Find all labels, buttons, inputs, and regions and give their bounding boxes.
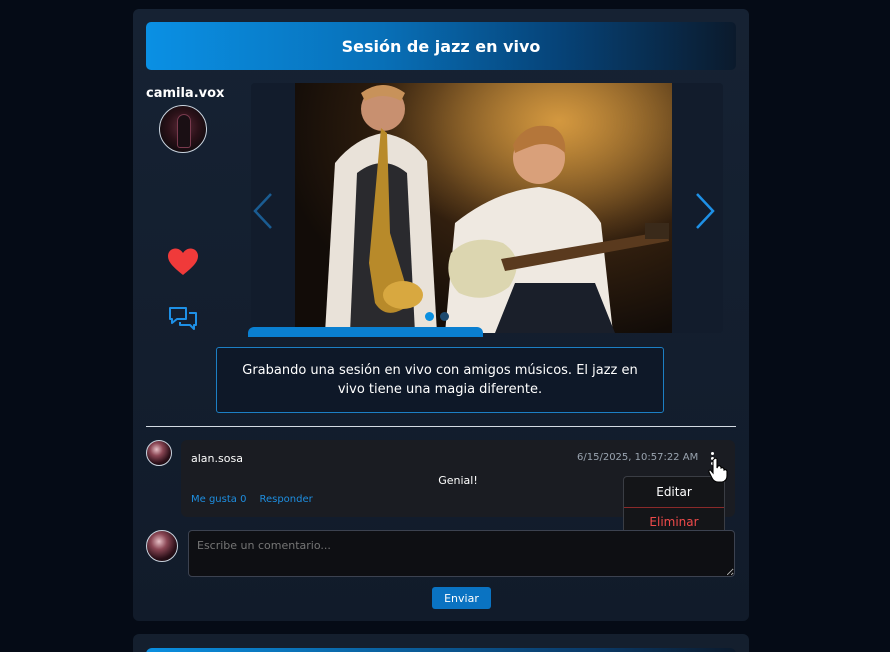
author-username[interactable]: camila.vox — [146, 86, 224, 101]
menu-item-delete[interactable]: Eliminar — [624, 515, 724, 529]
comment-timestamp: 6/15/2025, 10:57:22 AM — [577, 452, 699, 463]
post-description-text: Grabando una sesión en vivo con amigos m… — [242, 363, 638, 397]
menu-separator — [624, 507, 724, 508]
post-title: Sesión de jazz en vivo — [341, 36, 541, 56]
post-photo — [295, 83, 672, 333]
comment-reply-link[interactable]: Responder — [259, 494, 312, 505]
chat-bubbles-icon[interactable] — [167, 305, 199, 335]
next-post-title-bar — [146, 648, 736, 652]
carousel-dot-2[interactable] — [440, 312, 449, 321]
post-title-bar: Sesión de jazz en vivo — [146, 22, 736, 70]
image-carousel — [251, 83, 723, 333]
post-description: Grabando una sesión en vivo con amigos m… — [216, 347, 664, 413]
carousel-next-icon[interactable] — [693, 191, 717, 231]
comment-like-link[interactable]: Me gusta 0 — [191, 494, 246, 505]
comment-actions: Me gusta 0 Responder — [191, 494, 313, 505]
commenter-avatar[interactable] — [146, 440, 172, 466]
divider — [146, 426, 736, 427]
send-button[interactable]: Enviar — [432, 587, 491, 609]
next-post-card — [133, 634, 749, 652]
post-card: Sesión de jazz en vivo camila.vox Graban… — [133, 9, 749, 621]
comment-options-menu: Editar Eliminar — [623, 476, 725, 536]
carousel-dot-1[interactable] — [425, 312, 434, 321]
carousel-prev-icon[interactable] — [251, 191, 275, 231]
carousel-indicators — [425, 312, 449, 321]
heart-icon[interactable] — [167, 247, 199, 277]
comment-input[interactable] — [188, 530, 735, 577]
author-avatar[interactable] — [159, 105, 207, 153]
carousel-underline — [248, 327, 483, 337]
hand-cursor-icon — [708, 457, 728, 483]
menu-item-edit[interactable]: Editar — [624, 485, 724, 499]
comment-username[interactable]: alan.sosa — [191, 452, 243, 465]
current-user-avatar — [146, 530, 178, 562]
